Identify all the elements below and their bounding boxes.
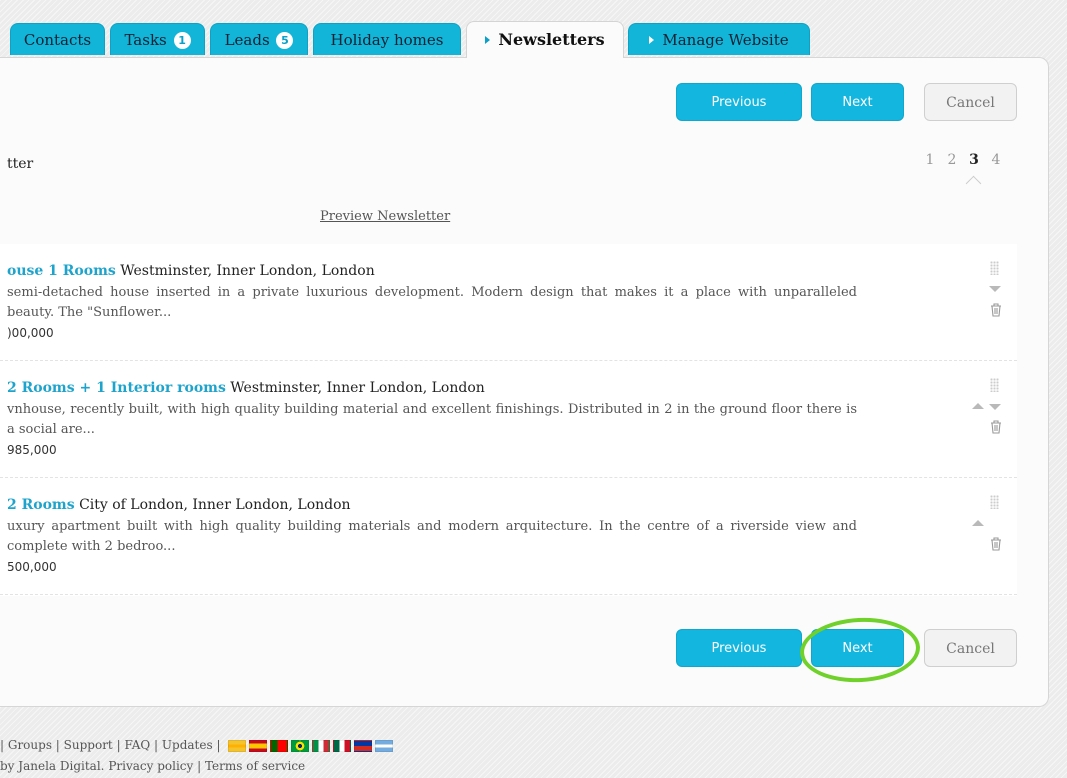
item-description: semi-detached house inserted in a privat… xyxy=(7,285,857,320)
step-1[interactable]: 1 xyxy=(919,152,941,168)
flag-italy-icon[interactable] xyxy=(312,739,331,752)
newsletter-items-list: ouse 1 Rooms Westminster, Inner London, … xyxy=(0,244,1017,596)
footer-link-updates[interactable]: Updates xyxy=(162,738,213,752)
list-item: ouse 1 Rooms Westminster, Inner London, … xyxy=(0,244,1017,361)
leads-count-badge: 5 xyxy=(276,31,294,49)
privacy-policy-link[interactable]: Privacy policy xyxy=(108,759,193,773)
item-location: Westminster, Inner London, London xyxy=(115,263,375,279)
tab-manage-website[interactable]: Manage Website xyxy=(628,23,810,55)
previous-button-top[interactable]: Previous xyxy=(676,83,802,121)
step-indicator: 1234 xyxy=(919,152,1007,168)
item-description: uxury apartment built with high quality … xyxy=(7,519,857,554)
trash-icon[interactable] xyxy=(990,537,1002,551)
footer-credit: by Janela Digital. xyxy=(0,759,105,773)
item-title: ouse 1 Rooms Westminster, Inner London, … xyxy=(7,263,375,279)
tab-label: Holiday homes xyxy=(330,31,444,49)
previous-button-bottom[interactable]: Previous xyxy=(676,629,802,667)
terms-of-service-link[interactable]: Terms of service xyxy=(205,759,305,773)
item-price: 500,000 xyxy=(7,560,57,574)
tab-holiday-homes[interactable]: Holiday homes xyxy=(313,23,461,55)
footer-links-row: | Groups | Support | FAQ | Updates | xyxy=(0,735,396,756)
list-item: 2 Rooms + 1 Interior rooms Westminster, … xyxy=(0,361,1017,478)
tasks-count-badge: 1 xyxy=(173,31,191,49)
tab-tasks[interactable]: Tasks 1 xyxy=(110,23,205,55)
footer-link-faq[interactable]: FAQ xyxy=(124,738,150,752)
item-title: 2 Rooms City of London, Inner London, Lo… xyxy=(7,497,351,513)
step-title: tter xyxy=(7,156,34,172)
item-price: 985,000 xyxy=(7,443,57,457)
tab-label: Manage Website xyxy=(662,31,789,49)
trash-icon[interactable] xyxy=(990,303,1002,317)
item-description: vnhouse, recently built, with high quali… xyxy=(7,402,857,437)
footer-link-groups[interactable]: Groups xyxy=(8,738,52,752)
item-title-link[interactable]: ouse 1 Rooms xyxy=(7,263,116,279)
drag-handle-icon[interactable] xyxy=(990,261,999,275)
move-down-icon[interactable] xyxy=(989,404,1001,410)
flag-argentina-icon[interactable] xyxy=(375,739,394,752)
tab-newsletters[interactable]: Newsletters xyxy=(466,21,624,58)
footer: | Groups | Support | FAQ | Updates | by … xyxy=(0,735,396,777)
footer-link-support[interactable]: Support xyxy=(64,738,113,752)
move-up-icon[interactable] xyxy=(972,403,984,409)
language-flags xyxy=(228,735,396,756)
tab-bar: Contacts Tasks 1 Leads 5 Holiday homes N… xyxy=(0,21,1067,58)
item-title-link[interactable]: 2 Rooms xyxy=(7,497,75,513)
next-button-top[interactable]: Next xyxy=(811,83,904,121)
tab-leads[interactable]: Leads 5 xyxy=(210,23,308,55)
tab-label: Tasks xyxy=(124,31,167,49)
step-4[interactable]: 4 xyxy=(985,152,1007,168)
item-price: )00,000 xyxy=(7,326,54,340)
list-item: 2 Rooms City of London, Inner London, Lo… xyxy=(0,478,1017,595)
caret-right-icon xyxy=(485,35,491,44)
drag-handle-icon[interactable] xyxy=(990,495,999,509)
caret-right-icon xyxy=(649,36,655,44)
item-title: 2 Rooms + 1 Interior rooms Westminster, … xyxy=(7,380,485,396)
cancel-button-bottom[interactable]: Cancel xyxy=(924,629,1017,667)
preview-newsletter-link[interactable]: Preview Newsletter xyxy=(320,209,450,224)
move-down-icon[interactable] xyxy=(989,286,1001,292)
flag-icon[interactable] xyxy=(228,739,247,752)
step-2[interactable]: 2 xyxy=(941,152,963,168)
flag-spain-icon[interactable] xyxy=(249,739,268,752)
item-title-link[interactable]: 2 Rooms + 1 Interior rooms xyxy=(7,380,226,396)
item-location: City of London, Inner London, London xyxy=(74,497,351,513)
item-location: Westminster, Inner London, London xyxy=(225,380,485,396)
tab-label: Leads xyxy=(224,31,270,49)
step-3-current: 3 xyxy=(969,152,979,168)
flag-brazil-icon[interactable] xyxy=(291,739,310,752)
flag-chile-icon[interactable] xyxy=(354,739,373,752)
move-up-icon[interactable] xyxy=(972,520,984,526)
cancel-button-top[interactable]: Cancel xyxy=(924,83,1017,121)
drag-handle-icon[interactable] xyxy=(990,378,999,392)
trash-icon[interactable] xyxy=(990,420,1002,434)
tab-contacts[interactable]: Contacts xyxy=(10,23,105,55)
flag-portugal-icon[interactable] xyxy=(270,739,289,752)
flag-mexico-icon[interactable] xyxy=(333,739,352,752)
tab-label: Newsletters xyxy=(498,30,605,49)
tab-label: Contacts xyxy=(23,31,92,49)
footer-credits-row: by Janela Digital. Privacy policy | Term… xyxy=(0,759,306,773)
next-button-bottom[interactable]: Next xyxy=(811,629,904,667)
